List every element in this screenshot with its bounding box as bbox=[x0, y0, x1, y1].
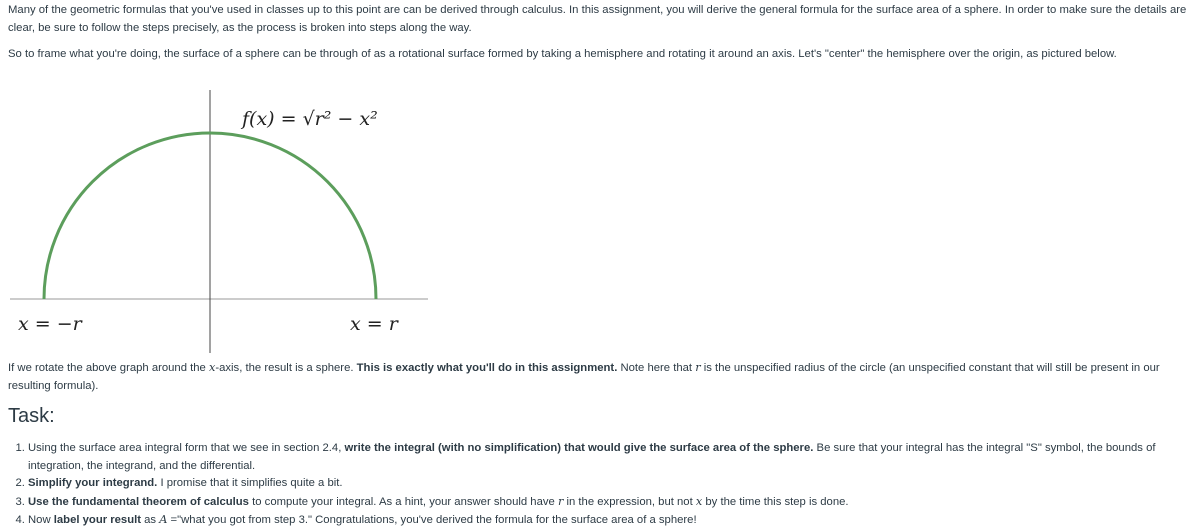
text: ="what you got from step 3." Congratulat… bbox=[167, 514, 697, 526]
task-steps: Using the surface area integral form tha… bbox=[8, 440, 1200, 530]
hemisphere-figure: f(x) = √r² − x² x = −r x = r bbox=[10, 90, 428, 353]
text: If we rotate the above graph around the bbox=[8, 362, 209, 374]
text: Using the surface area integral form tha… bbox=[28, 442, 345, 454]
intro-paragraph: Many of the geometric formulas that you'… bbox=[8, 4, 1187, 34]
text: Note here that bbox=[617, 362, 696, 374]
text: Now bbox=[28, 514, 54, 526]
text: by the time this step is done. bbox=[702, 495, 849, 508]
bold-text: This is exactly what you'll do in this a… bbox=[356, 362, 618, 374]
step-1: Using the surface area integral form tha… bbox=[28, 440, 1200, 475]
text: I promise that it simplifies quite a bit… bbox=[157, 477, 343, 489]
bold-text: label your result bbox=[53, 514, 142, 526]
text: as bbox=[141, 514, 160, 526]
step-4: Now label your result as A ="what you go… bbox=[28, 511, 1200, 530]
function-label: f(x) = √r² − x² bbox=[240, 108, 378, 130]
left-bound-label: x = −r bbox=[18, 313, 84, 335]
right-bound-label: x = r bbox=[350, 313, 400, 335]
text: in the expression, but not bbox=[563, 495, 696, 508]
bold-text: Simplify your integrand. bbox=[28, 477, 158, 489]
step-3: Use the fundamental theorem of calculus … bbox=[28, 493, 1200, 512]
step-2: Simplify your integrand. I promise that … bbox=[28, 475, 1200, 493]
rotate-paragraph: If we rotate the above graph around the … bbox=[8, 359, 1188, 395]
text: -axis, the result is a sphere. bbox=[215, 362, 357, 374]
bold-text: write the integral (with no simplificati… bbox=[344, 442, 814, 454]
task-heading: Task: bbox=[8, 405, 55, 427]
text: to compute your integral. As a hint, you… bbox=[248, 495, 558, 508]
bold-text: Use the fundamental theorem of calculus bbox=[28, 495, 249, 508]
frame-paragraph: So to frame what you're doing, the surfa… bbox=[8, 48, 1117, 60]
